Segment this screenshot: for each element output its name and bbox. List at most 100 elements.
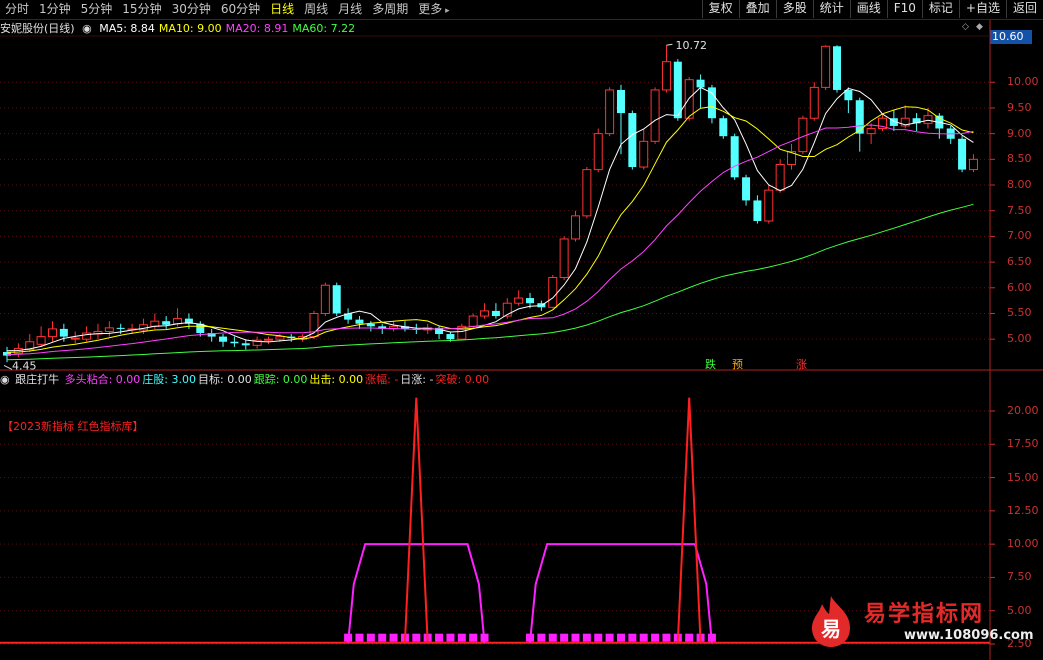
candle xyxy=(764,185,774,224)
price-axis-label: 5.00 xyxy=(1007,332,1032,346)
candle-body xyxy=(468,315,478,327)
candle xyxy=(753,195,762,224)
breakout-spike xyxy=(403,397,429,643)
candle-body xyxy=(923,115,933,124)
candle xyxy=(344,308,353,324)
indicator-axis-label: 12.50 xyxy=(1007,503,1039,517)
candle-body xyxy=(70,337,80,340)
candle-body xyxy=(446,334,455,340)
candle-body xyxy=(366,323,375,327)
signal-square xyxy=(571,633,580,642)
candle xyxy=(628,110,637,170)
candle xyxy=(230,336,239,347)
candle-body xyxy=(320,284,330,314)
signal-square xyxy=(685,633,694,642)
candle-body xyxy=(809,86,819,119)
candle-body xyxy=(526,298,535,304)
breakout-spike xyxy=(676,397,702,643)
candle-body xyxy=(775,163,785,191)
candle xyxy=(719,115,728,139)
candle-body xyxy=(480,310,490,317)
candle-body xyxy=(332,285,341,314)
candle-body xyxy=(696,79,705,88)
price-axis-label: 10.00 xyxy=(1007,75,1039,89)
low-marker xyxy=(3,364,13,370)
trapezoid-庄股 xyxy=(529,543,713,643)
candle-body xyxy=(548,277,558,308)
signal-square xyxy=(389,633,398,642)
candle-body xyxy=(650,89,660,142)
signal-square xyxy=(582,633,591,642)
price-axis-label: 9.50 xyxy=(1007,100,1032,114)
indicator-axis-label: 17.50 xyxy=(1007,437,1039,451)
candle-body xyxy=(833,46,842,90)
candle xyxy=(593,128,603,173)
flame-logo-icon: 易 xyxy=(812,596,850,647)
candle xyxy=(252,336,262,349)
watermark-title: 易学指标网 xyxy=(864,602,985,627)
candle-body xyxy=(491,310,500,317)
indicator-axis-label: 10.00 xyxy=(1007,537,1039,551)
signal-square xyxy=(548,633,557,642)
candle xyxy=(571,210,580,242)
signal-square xyxy=(707,633,716,642)
candle xyxy=(491,303,500,319)
indicator-axis-label: 7.50 xyxy=(1007,570,1032,584)
signal-square xyxy=(457,633,466,642)
candle xyxy=(923,107,933,129)
candle xyxy=(639,128,649,170)
signal-square xyxy=(378,633,387,642)
candle xyxy=(958,136,967,173)
candle-body xyxy=(968,158,978,171)
low-annotation: 4.45 xyxy=(12,359,37,372)
price-axis-label: 7.50 xyxy=(1007,203,1032,217)
candle xyxy=(309,310,319,340)
candle xyxy=(605,87,615,137)
signal-square xyxy=(412,633,421,642)
candle xyxy=(968,154,978,173)
candle xyxy=(935,113,944,139)
signal-square xyxy=(662,633,671,642)
high-marker xyxy=(666,43,673,46)
candle-body xyxy=(275,336,285,340)
signal-square xyxy=(628,633,637,642)
signal-square xyxy=(537,633,546,642)
signal-square xyxy=(344,633,353,642)
signal-square xyxy=(560,633,569,642)
watermark-url: www.108096.com xyxy=(904,628,1034,643)
candle-body xyxy=(47,328,57,338)
candle xyxy=(582,167,592,219)
candle xyxy=(787,143,797,170)
candle-body xyxy=(150,320,160,327)
candle xyxy=(559,236,569,281)
signal-square xyxy=(616,633,625,642)
candle-body xyxy=(514,297,524,304)
candle-body xyxy=(264,338,274,341)
price-axis-label: 7.00 xyxy=(1007,229,1032,243)
kline-chart[interactable]: 10.72 4.45 xyxy=(0,0,1043,660)
candle xyxy=(742,174,751,206)
signal-square xyxy=(480,633,489,642)
signal-square xyxy=(446,633,455,642)
candle xyxy=(332,282,341,317)
candle xyxy=(650,87,660,144)
candle xyxy=(946,125,955,144)
candle-body xyxy=(605,89,615,135)
candle xyxy=(775,159,785,193)
candle xyxy=(730,133,739,180)
candle xyxy=(355,316,364,329)
candle xyxy=(480,303,490,319)
candle-body xyxy=(36,336,46,345)
candle xyxy=(389,321,399,332)
candle-body xyxy=(661,61,671,91)
price-axis-label: 9.00 xyxy=(1007,126,1032,140)
candle xyxy=(798,115,808,155)
candle xyxy=(661,45,671,93)
trapezoid-多头粘合 xyxy=(347,543,486,643)
candle-body xyxy=(571,215,580,240)
candle xyxy=(435,326,444,340)
candle xyxy=(821,45,831,90)
candle xyxy=(219,334,228,347)
signal-square xyxy=(651,633,660,642)
indicator-axis-label: 15.00 xyxy=(1007,470,1039,484)
